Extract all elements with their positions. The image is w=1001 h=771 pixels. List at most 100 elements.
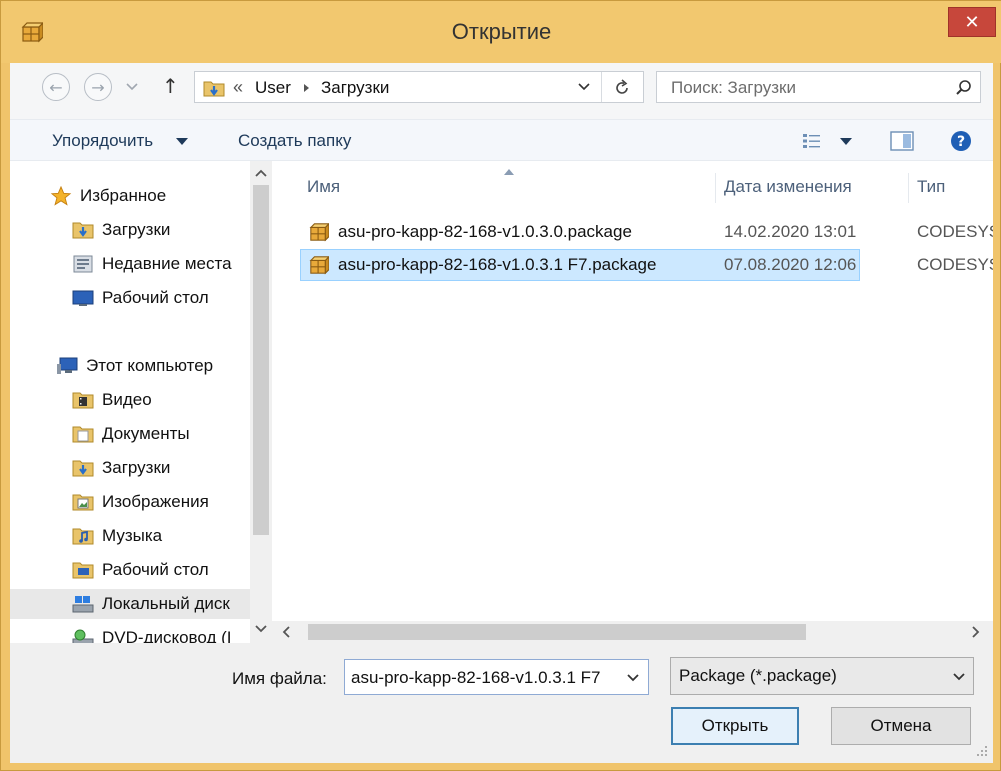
- breadcrumb-downloads[interactable]: Загрузки: [321, 78, 389, 98]
- new-folder-button[interactable]: Создать папку: [238, 131, 351, 151]
- tree-item-local-disk[interactable]: Локальный диск: [10, 589, 250, 619]
- tree-item-computer-desktop[interactable]: Рабочий стол: [72, 555, 209, 585]
- forward-button[interactable]: →: [84, 73, 112, 101]
- navigation-pane-scrollbar[interactable]: [250, 161, 272, 643]
- tree-item-label: Рабочий стол: [102, 560, 209, 579]
- tree-item-favorites-desktop[interactable]: Рабочий стол: [72, 283, 209, 313]
- tree-item-label: Документы: [102, 424, 190, 443]
- file-type: CODESYS: [917, 222, 993, 241]
- recent-locations-dropdown-icon[interactable]: [126, 83, 138, 91]
- file-type-value: Package (*.package): [679, 666, 837, 685]
- address-overflow-chevron[interactable]: «: [233, 77, 243, 98]
- file-date: 07.08.2020 12:06: [724, 255, 857, 274]
- pictures-folder-icon: [72, 494, 94, 511]
- open-file-dialog: Открытие ✕ ← → ↑ « User Загрузки Поиск: …: [0, 0, 1001, 771]
- search-input[interactable]: Поиск: Загрузки: [656, 71, 981, 103]
- file-name-panel: Имя файла: asu-pro-kapp-82-168-v1.0.3.1 …: [10, 643, 993, 763]
- tree-favorites-label: Избранное: [80, 186, 167, 205]
- column-header-type[interactable]: Тип: [917, 177, 945, 197]
- tree-item-pictures[interactable]: Изображения: [72, 487, 209, 517]
- file-row-selected[interactable]: asu-pro-kapp-82-168-v1.0.3.1 F7.package …: [300, 249, 860, 281]
- tree-item-label: Недавние места: [102, 254, 232, 273]
- scroll-down-icon[interactable]: [255, 625, 267, 633]
- tree-item-recent-places[interactable]: Недавние места: [72, 249, 232, 279]
- view-dropdown-icon[interactable]: [840, 138, 852, 146]
- column-header-date[interactable]: Дата изменения: [724, 177, 852, 197]
- dialog-title: Открытие: [451, 19, 552, 44]
- file-name-dropdown-icon[interactable]: [627, 674, 639, 682]
- open-button[interactable]: Открыть: [671, 707, 799, 745]
- close-icon: ✕: [964, 11, 980, 33]
- video-folder-icon: [72, 392, 94, 409]
- tree-item-computer-downloads[interactable]: Загрузки: [72, 453, 170, 483]
- tree-favorites[interactable]: Избранное: [50, 181, 166, 211]
- scroll-right-icon[interactable]: [972, 626, 980, 638]
- scrollbar-thumb[interactable]: [253, 185, 269, 535]
- tree-item-label: Локальный диск: [102, 594, 230, 613]
- desktop-folder-icon: [72, 562, 94, 579]
- resize-grip-icon[interactable]: [976, 745, 988, 757]
- file-name: asu-pro-kapp-82-168-v1.0.3.1 F7.package: [338, 255, 657, 274]
- command-bar: Упорядочить Создать папку ?: [10, 119, 993, 161]
- tree-item-video[interactable]: Видео: [72, 385, 152, 415]
- help-icon[interactable]: ?: [950, 130, 972, 152]
- tree-item-music[interactable]: Музыка: [72, 521, 162, 551]
- tree-item-label: Загрузки: [102, 458, 171, 477]
- tree-item-label: Рабочий стол: [102, 288, 209, 307]
- tree-item-label: Изображения: [102, 492, 209, 511]
- forward-arrow-icon: →: [91, 77, 105, 97]
- scroll-left-icon[interactable]: [282, 626, 290, 638]
- view-options-icon[interactable]: [802, 132, 822, 150]
- cancel-button-label: Отмена: [870, 716, 932, 735]
- file-date: 14.02.2020 13:01: [724, 222, 857, 241]
- tree-this-pc-label: Этот компьютер: [86, 356, 214, 375]
- preview-pane-icon[interactable]: [890, 130, 914, 152]
- organize-dropdown-icon[interactable]: [176, 138, 188, 146]
- file-list-horizontal-scrollbar[interactable]: [272, 621, 993, 643]
- file-type-dropdown-icon[interactable]: [953, 673, 965, 681]
- downloads-folder-icon: [72, 222, 94, 239]
- refresh-icon[interactable]: [613, 79, 631, 97]
- navigation-pane: Избранное Загрузки Недавние места Рабочи…: [10, 161, 272, 643]
- search-icon[interactable]: [955, 79, 973, 97]
- close-button[interactable]: ✕: [948, 7, 996, 37]
- star-icon: [50, 186, 72, 206]
- file-name-label: Имя файла:: [232, 669, 327, 688]
- address-bar[interactable]: « User Загрузки: [194, 71, 644, 103]
- tree-this-pc[interactable]: Этот компьютер: [56, 351, 213, 381]
- column-header-name[interactable]: Имя: [307, 177, 340, 197]
- address-divider: [601, 72, 602, 102]
- search-placeholder: Поиск: Загрузки: [671, 78, 796, 97]
- tree-item-label: Видео: [102, 390, 152, 409]
- file-name-input[interactable]: asu-pro-kapp-82-168-v1.0.3.1 F7: [344, 659, 649, 695]
- file-name: asu-pro-kapp-82-168-v1.0.3.0.package: [338, 222, 632, 241]
- back-arrow-icon: ←: [49, 77, 63, 97]
- recent-places-icon: [73, 255, 93, 273]
- file-row[interactable]: asu-pro-kapp-82-168-v1.0.3.0.package 14.…: [300, 216, 993, 248]
- documents-folder-icon: [72, 426, 94, 443]
- navigation-bar: ← → ↑ « User Загрузки Поиск: Загрузки: [10, 63, 993, 111]
- scrollbar-thumb[interactable]: [308, 624, 806, 640]
- open-button-label: Открыть: [701, 716, 769, 735]
- tree-item-documents[interactable]: Документы: [72, 419, 190, 449]
- tree-item-favorites-downloads[interactable]: Загрузки: [72, 215, 170, 245]
- title-bar[interactable]: Открытие ✕: [1, 1, 1001, 63]
- up-arrow-icon[interactable]: ↑: [162, 74, 179, 98]
- local-disk-icon: [72, 596, 94, 613]
- cancel-button[interactable]: Отмена: [831, 707, 971, 745]
- file-type-select[interactable]: Package (*.package): [670, 657, 974, 695]
- column-divider[interactable]: [908, 173, 909, 203]
- file-type: CODESYS: [917, 255, 993, 274]
- tree-item-dvd-drive[interactable]: DVD-дисковод (I: [72, 623, 232, 643]
- tree-item-label: DVD-дисковод (I: [102, 628, 232, 643]
- back-button[interactable]: ←: [42, 73, 70, 101]
- scroll-up-icon[interactable]: [255, 169, 267, 177]
- breadcrumb-separator-icon[interactable]: [303, 83, 311, 93]
- column-divider[interactable]: [715, 173, 716, 203]
- chevron-down-icon[interactable]: [578, 83, 590, 91]
- computer-icon: [57, 357, 78, 374]
- dvd-drive-icon: [72, 629, 94, 643]
- organize-button[interactable]: Упорядочить: [52, 131, 153, 151]
- file-name-value: asu-pro-kapp-82-168-v1.0.3.1 F7: [351, 668, 601, 687]
- breadcrumb-user[interactable]: User: [255, 78, 291, 98]
